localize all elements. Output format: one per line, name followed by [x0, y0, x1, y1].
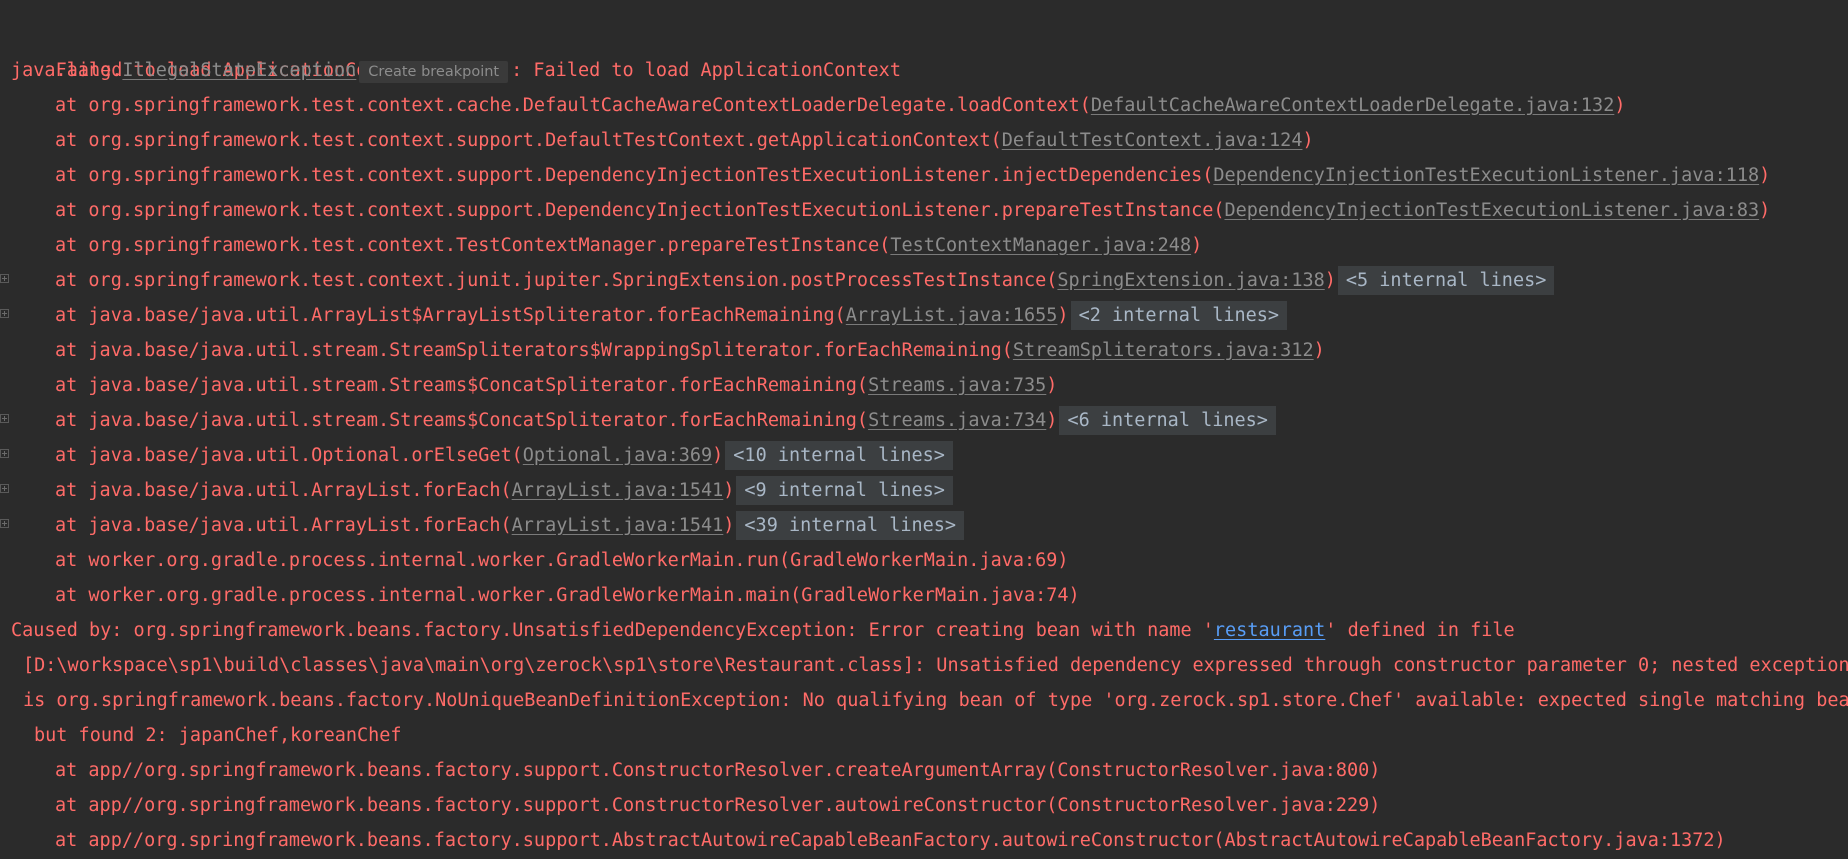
- bean-name-link[interactable]: restaurant: [1214, 620, 1325, 641]
- caused-by-line2: [D:\workspace\sp1\build\classes\java\mai…: [23, 655, 1848, 676]
- source-link[interactable]: Streams.java:735: [868, 375, 1046, 396]
- stack-frame: at java.base/java.util.Optional.orElseGe…: [0, 438, 1848, 473]
- frame-close: ): [1302, 130, 1314, 151]
- frame-close: ): [1057, 305, 1069, 326]
- exception-package: java.lang.: [11, 60, 123, 81]
- source-link[interactable]: TestContextManager.java:248: [890, 235, 1191, 256]
- stack-frame: at java.base/java.util.stream.StreamSpli…: [0, 333, 1848, 368]
- expand-fold-icon[interactable]: [0, 414, 9, 423]
- frame-text: at app//org.springframework.beans.factor…: [55, 795, 1381, 816]
- stack-frame: at java.base/java.util.stream.Streams$Co…: [0, 368, 1848, 403]
- create-breakpoint-button[interactable]: Create breakpoint: [359, 61, 509, 83]
- stack-frame: at app//org.springframework.beans.factor…: [0, 823, 1848, 858]
- stack-frame: at org.springframework.test.context.juni…: [0, 263, 1848, 298]
- stack-frame: at app//org.springframework.beans.factor…: [0, 753, 1848, 788]
- frame-text: at org.springframework.test.context.supp…: [55, 130, 1002, 151]
- source-link[interactable]: ArrayList.java:1541: [512, 480, 724, 501]
- error-title-line: Failed to load ApplicationContext: [0, 18, 1848, 81]
- console-output[interactable]: Failed to load ApplicationContext java.l…: [0, 0, 1848, 859]
- source-link[interactable]: ArrayList.java:1655: [846, 305, 1058, 326]
- caused-by-line3: is org.springframework.beans.factory.NoU…: [23, 690, 1848, 711]
- caused-by-line4: but found 2: japanChef,koreanChef: [34, 725, 402, 746]
- exception-class-link[interactable]: IllegalStateException: [122, 60, 356, 81]
- caused-by-prefix: Caused by: org.springframework.beans.fac…: [11, 620, 1214, 641]
- frame-close: ): [1324, 270, 1336, 291]
- internal-lines-fold[interactable]: <5 internal lines>: [1337, 266, 1555, 295]
- frame-text: at app//org.springframework.beans.factor…: [55, 760, 1381, 781]
- frame-text: at worker.org.gradle.process.internal.wo…: [55, 550, 1069, 571]
- caused-by-continuation: [D:\workspace\sp1\build\classes\java\mai…: [0, 648, 1848, 683]
- stack-frame: at org.springframework.test.context.supp…: [0, 193, 1848, 228]
- frame-text: at java.base/java.util.ArrayList.forEach…: [55, 480, 512, 501]
- frame-close: ): [1759, 165, 1771, 186]
- frame-close: ): [1759, 200, 1771, 221]
- source-link[interactable]: ArrayList.java:1541: [512, 515, 724, 536]
- internal-lines-fold[interactable]: <10 internal lines>: [725, 441, 953, 470]
- expand-fold-icon[interactable]: [0, 519, 9, 528]
- frame-text: at org.springframework.test.context.cach…: [55, 95, 1091, 116]
- source-link[interactable]: StreamSpliterators.java:312: [1013, 340, 1314, 361]
- internal-lines-fold[interactable]: <6 internal lines>: [1059, 406, 1276, 435]
- frame-close: ): [1313, 340, 1325, 361]
- frame-close: ): [723, 515, 735, 536]
- source-link[interactable]: DefaultCacheAwareContextLoaderDelegate.j…: [1091, 95, 1614, 116]
- source-link[interactable]: DependencyInjectionTestExecutionListener…: [1224, 200, 1759, 221]
- frame-close: ): [723, 480, 735, 501]
- frame-text: at java.base/java.util.stream.Streams$Co…: [55, 375, 869, 396]
- stack-frame: at java.base/java.util.ArrayList$ArrayLi…: [0, 298, 1848, 333]
- frame-text: at org.springframework.test.context.supp…: [55, 200, 1225, 221]
- stack-frame: at java.base/java.util.ArrayList.forEach…: [0, 473, 1848, 508]
- source-link[interactable]: SpringExtension.java:138: [1057, 270, 1324, 291]
- frame-text: at java.base/java.util.Optional.orElseGe…: [55, 445, 523, 466]
- caused-by-continuation: is org.springframework.beans.factory.NoU…: [0, 683, 1848, 718]
- internal-lines-fold[interactable]: <39 internal lines>: [736, 511, 965, 540]
- stack-frame: at worker.org.gradle.process.internal.wo…: [0, 543, 1848, 578]
- frame-text: at java.base/java.util.ArrayList.forEach…: [55, 515, 512, 536]
- stack-frame: at org.springframework.test.context.cach…: [0, 88, 1848, 123]
- frame-text: at org.springframework.test.context.supp…: [55, 165, 1214, 186]
- source-link[interactable]: DefaultTestContext.java:124: [1002, 130, 1303, 151]
- stack-frame: at worker.org.gradle.process.internal.wo…: [0, 578, 1848, 613]
- stack-frame: at app//org.springframework.beans.factor…: [0, 788, 1848, 823]
- internal-lines-fold[interactable]: <2 internal lines>: [1070, 301, 1288, 330]
- expand-fold-icon[interactable]: [0, 274, 9, 283]
- frame-close: ): [1046, 410, 1058, 431]
- stack-frame: at java.base/java.util.ArrayList.forEach…: [0, 508, 1848, 543]
- frame-close: ): [1046, 375, 1058, 396]
- caused-by-line: Caused by: org.springframework.beans.fac…: [0, 613, 1848, 648]
- exception-line: java.lang.IllegalStateException Create br…: [0, 53, 1848, 88]
- stack-frame: at org.springframework.test.context.supp…: [0, 123, 1848, 158]
- frame-close: ): [1614, 95, 1626, 116]
- frame-text: at worker.org.gradle.process.internal.wo…: [55, 585, 1080, 606]
- frame-close: ): [1191, 235, 1203, 256]
- source-link[interactable]: Streams.java:734: [868, 410, 1046, 431]
- source-link[interactable]: DependencyInjectionTestExecutionListener…: [1213, 165, 1759, 186]
- expand-fold-icon[interactable]: [0, 449, 9, 458]
- exception-message: : Failed to load ApplicationContext: [511, 60, 901, 81]
- frame-text: at org.springframework.test.context.Test…: [55, 235, 891, 256]
- frame-text: at java.base/java.util.ArrayList$ArrayLi…: [55, 305, 846, 326]
- stack-frame: at org.springframework.test.context.Test…: [0, 228, 1848, 263]
- internal-lines-fold[interactable]: <9 internal lines>: [736, 476, 953, 505]
- frame-text: at java.base/java.util.stream.StreamSpli…: [55, 340, 1013, 361]
- frame-text: at java.base/java.util.stream.Streams$Co…: [55, 410, 869, 431]
- source-link[interactable]: Optional.java:369: [523, 445, 712, 466]
- stack-frame: at java.base/java.util.stream.Streams$Co…: [0, 403, 1848, 438]
- expand-fold-icon[interactable]: [0, 309, 9, 318]
- caused-by-suffix: ' defined in file: [1325, 620, 1515, 641]
- caused-by-continuation: but found 2: japanChef,koreanChef: [0, 718, 1848, 753]
- expand-fold-icon[interactable]: [0, 484, 9, 493]
- frame-close: ): [712, 445, 724, 466]
- frame-text: at app//org.springframework.beans.factor…: [55, 830, 1726, 851]
- stack-frame: at org.springframework.test.context.supp…: [0, 158, 1848, 193]
- frame-text: at org.springframework.test.context.juni…: [55, 270, 1058, 291]
